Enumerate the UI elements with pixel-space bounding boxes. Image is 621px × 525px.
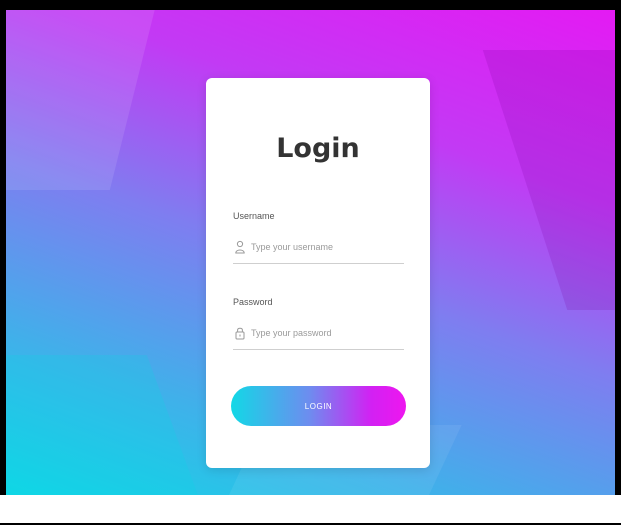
login-button[interactable]: LOGIN [231, 386, 406, 426]
password-field-container [233, 319, 404, 350]
background-shape [6, 355, 206, 495]
username-label: Username [233, 211, 275, 221]
bottom-margin [0, 495, 621, 523]
lock-icon [235, 327, 245, 340]
username-input[interactable] [251, 238, 401, 256]
password-input[interactable] [251, 324, 401, 342]
background-shape [482, 50, 615, 310]
user-icon [235, 240, 245, 254]
login-card: Login Username Password LOGIN [206, 78, 430, 468]
username-field-container [233, 233, 404, 264]
background-shape [6, 10, 163, 190]
password-label: Password [233, 297, 273, 307]
login-title: Login [276, 133, 360, 164]
